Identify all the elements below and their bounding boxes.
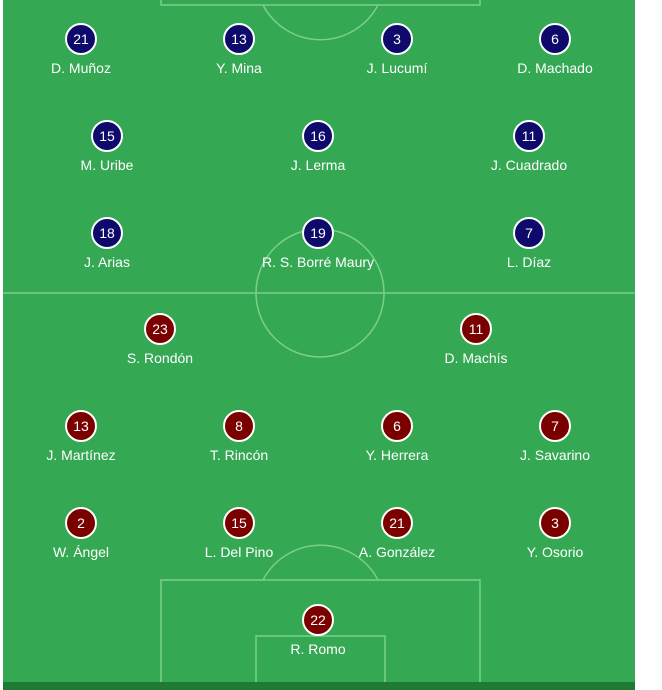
player-name: Y. Herrera: [365, 447, 429, 463]
player-name: L. Del Pino: [204, 544, 274, 560]
player-name: W. Ángel: [52, 544, 110, 560]
away-player[interactable]: 3 Y. Osorio: [485, 507, 625, 567]
away-player[interactable]: 11 D. Machís: [406, 313, 546, 373]
home-player[interactable]: 18 J. Arias: [37, 217, 177, 277]
away-player[interactable]: 6 Y. Herrera: [327, 410, 467, 470]
player-number-badge: 13: [65, 410, 97, 442]
player-name: J. Arias: [84, 254, 130, 270]
player-name: S. Rondón: [126, 350, 194, 366]
right-margin: [635, 0, 662, 690]
player-number-badge: 16: [302, 120, 334, 152]
player-number-badge: 21: [381, 507, 413, 539]
home-player[interactable]: 7 L. Díaz: [459, 217, 599, 277]
home-player[interactable]: 13 Y. Mina: [169, 23, 309, 83]
pitch-bottom-bar: [3, 682, 635, 690]
player-number-badge: 23: [144, 313, 176, 345]
player-name: A. González: [358, 544, 436, 560]
player-name: D. Machís: [444, 350, 508, 366]
player-name: T. Rincón: [209, 447, 269, 463]
player-name: R. S. Borré Maury: [261, 254, 375, 270]
home-player[interactable]: 16 J. Lerma: [248, 120, 388, 180]
football-pitch: 21 D. Muñoz 13 Y. Mina 3 J. Lucumí 6 D. …: [3, 0, 635, 690]
player-number-badge: 6: [381, 410, 413, 442]
player-name: R. Romo: [290, 641, 346, 657]
player-number-badge: 3: [539, 507, 571, 539]
home-player[interactable]: 19 R. S. Borré Maury: [248, 217, 388, 277]
away-goalkeeper[interactable]: 22 R. Romo: [248, 604, 388, 664]
away-player[interactable]: 8 T. Rincón: [169, 410, 309, 470]
player-number-badge: 3: [381, 23, 413, 55]
player-name: Y. Osorio: [526, 544, 584, 560]
away-player[interactable]: 2 W. Ángel: [11, 507, 151, 567]
player-number-badge: 13: [223, 23, 255, 55]
player-name: J. Lerma: [290, 157, 346, 173]
away-player[interactable]: 7 J. Savarino: [485, 410, 625, 470]
player-number-badge: 15: [223, 507, 255, 539]
away-player[interactable]: 23 S. Rondón: [90, 313, 230, 373]
player-number-badge: 6: [539, 23, 571, 55]
player-name: J. Savarino: [519, 447, 591, 463]
player-number-badge: 21: [65, 23, 97, 55]
home-player[interactable]: 3 J. Lucumí: [327, 23, 467, 83]
home-player[interactable]: 21 D. Muñoz: [11, 23, 151, 83]
player-number-badge: 15: [91, 120, 123, 152]
player-name: D. Machado: [517, 60, 593, 76]
player-name: M. Uribe: [80, 157, 134, 173]
player-name: J. Martínez: [46, 447, 116, 463]
top-penalty-area: [160, 0, 481, 6]
away-player[interactable]: 21 A. González: [327, 507, 467, 567]
player-number-badge: 11: [513, 120, 545, 152]
home-player[interactable]: 6 D. Machado: [485, 23, 625, 83]
away-player[interactable]: 15 L. Del Pino: [169, 507, 309, 567]
player-number-badge: 11: [460, 313, 492, 345]
home-player[interactable]: 11 J. Cuadrado: [459, 120, 599, 180]
player-name: Y. Mina: [216, 60, 262, 76]
player-number-badge: 7: [513, 217, 545, 249]
player-number-badge: 18: [91, 217, 123, 249]
player-number-badge: 8: [223, 410, 255, 442]
player-number-badge: 7: [539, 410, 571, 442]
player-name: L. Díaz: [506, 254, 552, 270]
player-number-badge: 19: [302, 217, 334, 249]
home-player[interactable]: 15 M. Uribe: [37, 120, 177, 180]
player-name: D. Muñoz: [51, 60, 111, 76]
player-number-badge: 2: [65, 507, 97, 539]
player-number-badge: 22: [302, 604, 334, 636]
player-name: J. Cuadrado: [490, 157, 568, 173]
away-player[interactable]: 13 J. Martínez: [11, 410, 151, 470]
player-name: J. Lucumí: [366, 60, 428, 76]
